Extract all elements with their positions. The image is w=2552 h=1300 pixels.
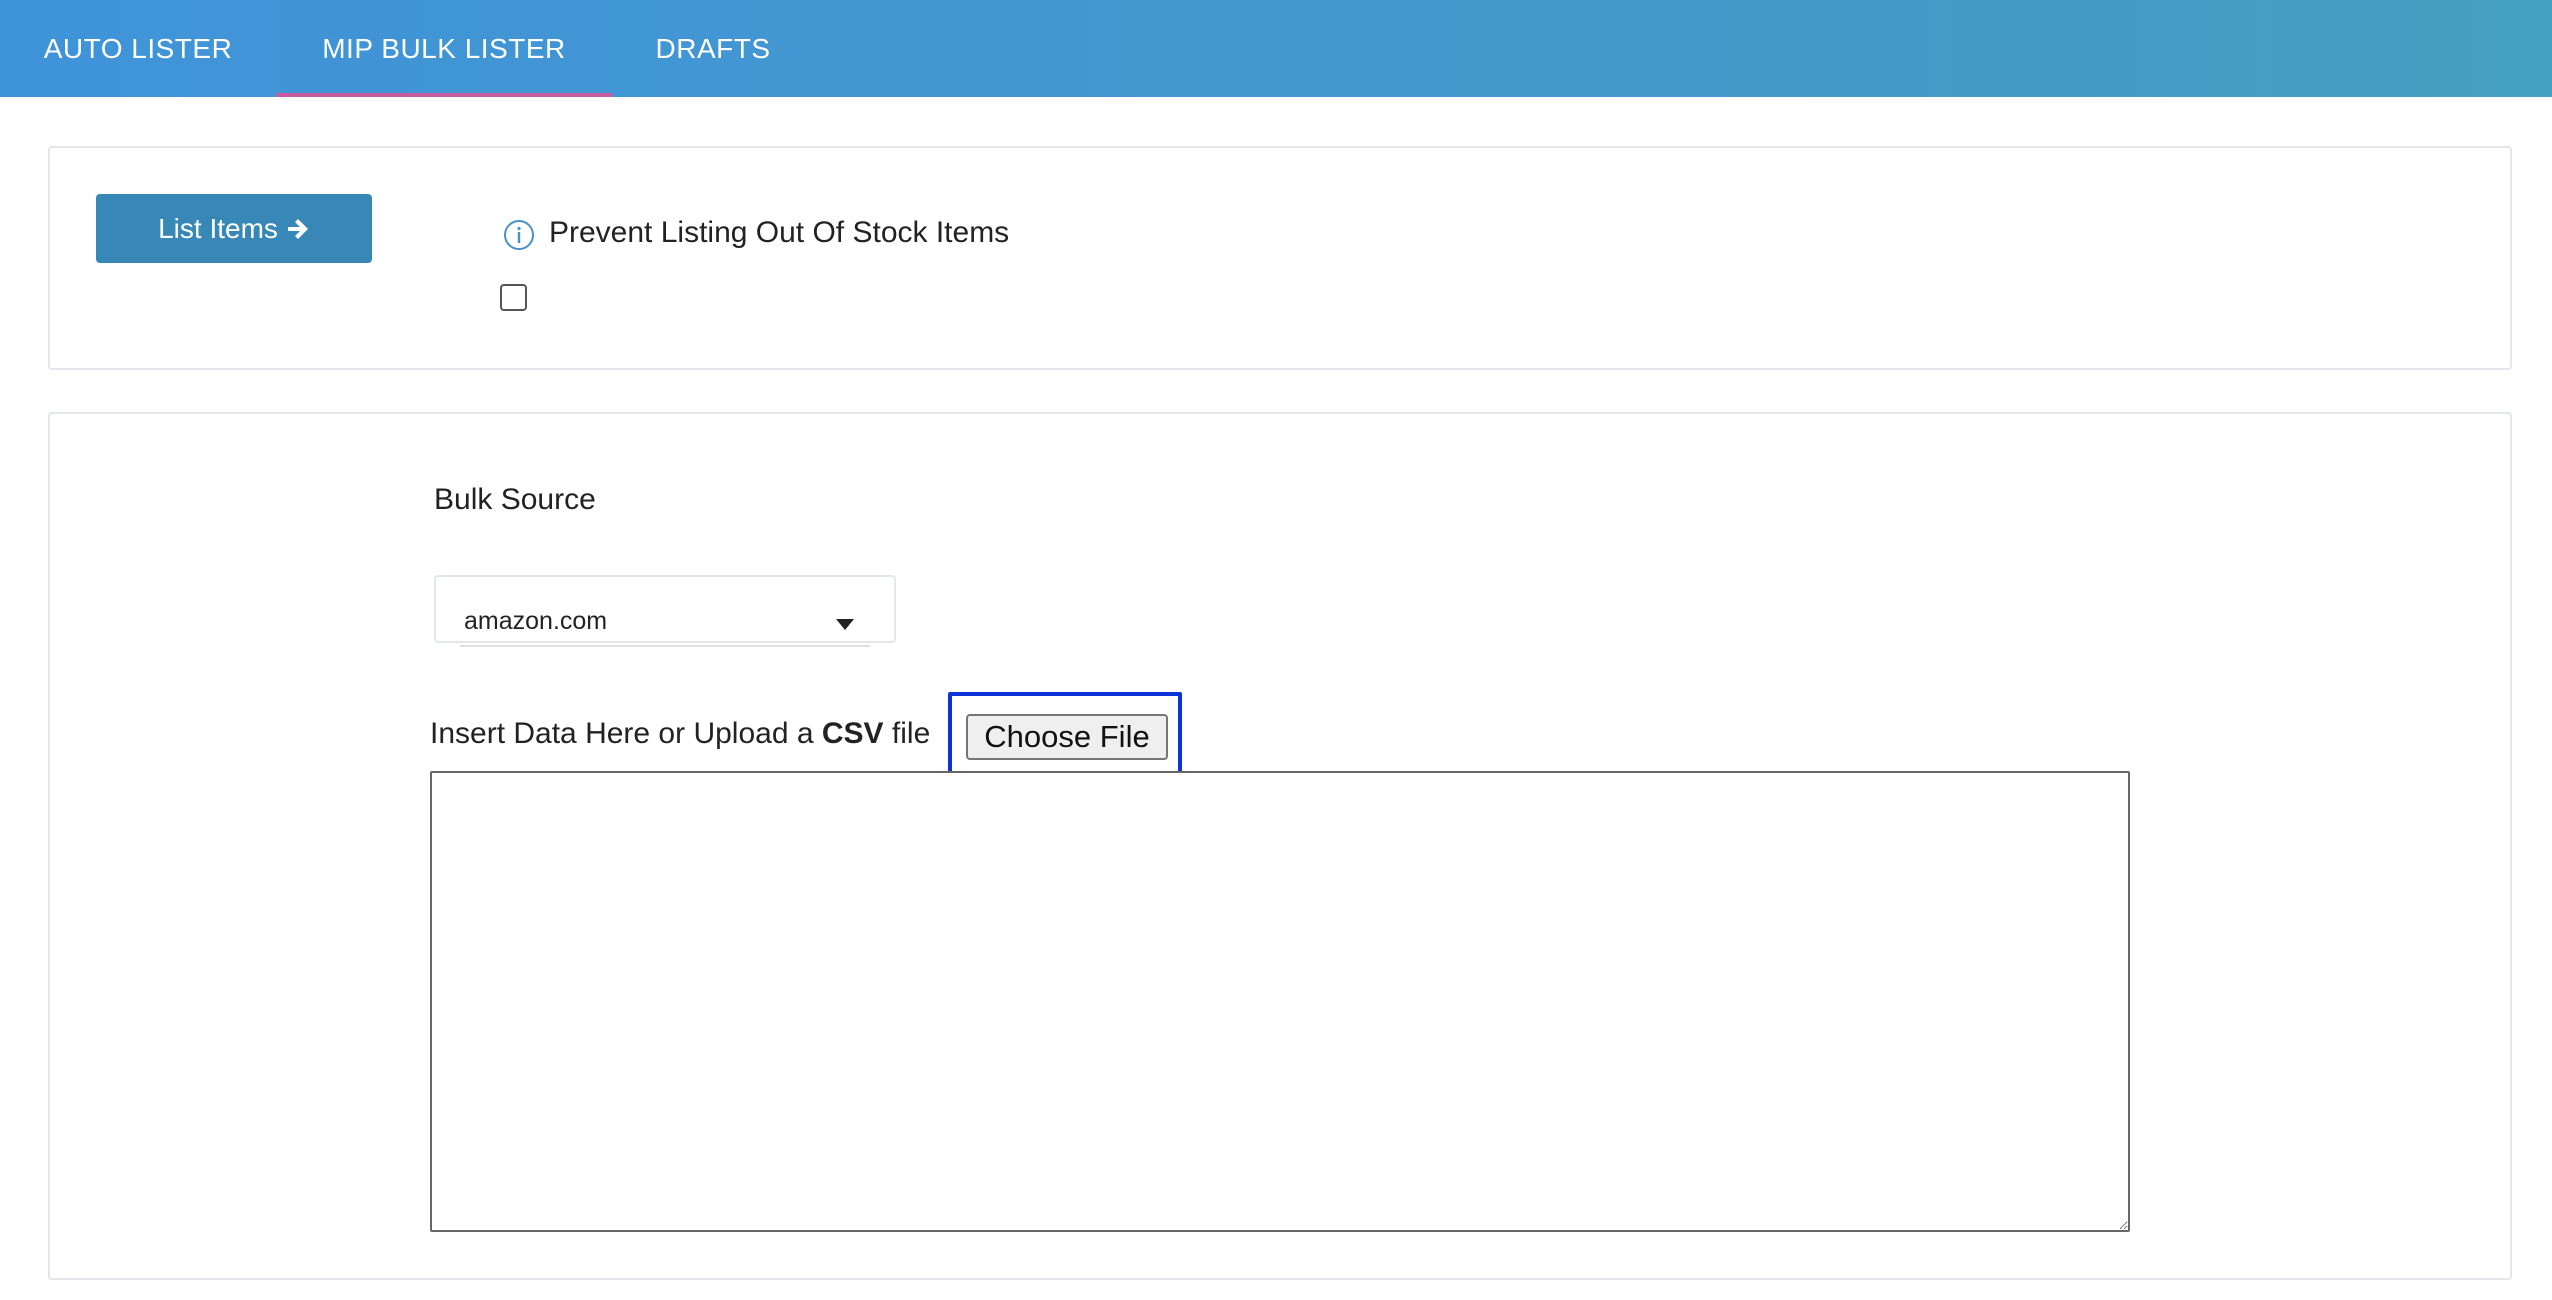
arrow-right-icon [287, 218, 308, 239]
prevent-out-of-stock-label: Prevent Listing Out Of Stock Items [549, 216, 1010, 249]
choose-file-button[interactable]: Choose File [966, 714, 1168, 760]
bulk-source-select[interactable]: amazon.com [434, 575, 896, 647]
listing-options-card [48, 146, 2512, 370]
top-nav-bar: AUTO LISTER MIP BULK LISTER DRAFTS [0, 0, 2552, 97]
insert-csv-bold: CSV [821, 717, 884, 750]
info-icon[interactable] [503, 219, 535, 251]
tab-mip-bulk-lister[interactable]: MIP BULK LISTER [276, 0, 612, 97]
caret-down-icon [836, 619, 854, 630]
prevent-out-of-stock-checkbox[interactable] [500, 284, 527, 311]
list-items-button[interactable]: List Items [96, 194, 372, 263]
tab-auto-lister[interactable]: AUTO LISTER [0, 0, 276, 97]
bulk-source-value: amazon.com [464, 607, 608, 635]
tab-label: DRAFTS [655, 32, 771, 64]
choose-file-focus-outline: Choose File [948, 692, 1182, 778]
insert-suffix: file [883, 717, 931, 750]
insert-prefix: Insert Data Here or Upload a [430, 717, 822, 750]
tab-drafts[interactable]: DRAFTS [612, 0, 814, 97]
tab-label: AUTO LISTER [43, 32, 233, 64]
insert-data-label: Insert Data Here or Upload a CSV file [430, 715, 930, 753]
tab-label: MIP BULK LISTER [322, 32, 566, 64]
bulk-source-label: Bulk Source [434, 483, 596, 516]
select-underline [460, 645, 870, 647]
bulk-data-textarea[interactable] [430, 771, 2130, 1232]
list-items-label: List Items [158, 212, 278, 244]
